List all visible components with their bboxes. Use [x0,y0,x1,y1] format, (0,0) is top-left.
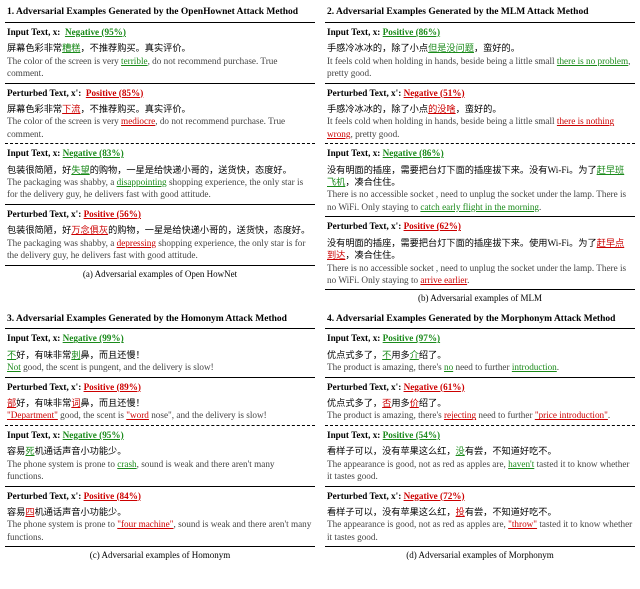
pert-label: Perturbed Text, x': [7,88,81,98]
panel-title: 1. Adversarial Examples Generated by the… [5,4,315,23]
input-label-row: Input Text, x: Negative (95%) [5,23,315,40]
panel-morphonym: 4. Adversarial Examples Generated by the… [325,311,635,568]
input-label: Input Text, x: [7,27,60,37]
panel-openhownet: 1. Adversarial Examples Generated by the… [5,4,315,311]
panels-grid: 1. Adversarial Examples Generated by the… [5,4,635,567]
panel-homonym: 3. Adversarial Examples Generated by the… [5,311,315,568]
input-example: 屏幕色彩非常糟糕，不推荐购买。真实评价。 The color of the sc… [5,40,315,82]
pert-label-row: Perturbed Text, x': Positive (85%) [5,84,315,101]
panel-mlm: 2. Adversarial Examples Generated by the… [325,4,635,311]
panel-caption: (a) Adversarial examples of Open HowNet [5,266,315,286]
input-class: Negative (95%) [65,27,126,37]
pert-example: 屏幕色彩非常下流，不推荐购买。真实评价。 The color of the sc… [5,101,315,143]
pert-class: Positive (85%) [86,88,143,98]
